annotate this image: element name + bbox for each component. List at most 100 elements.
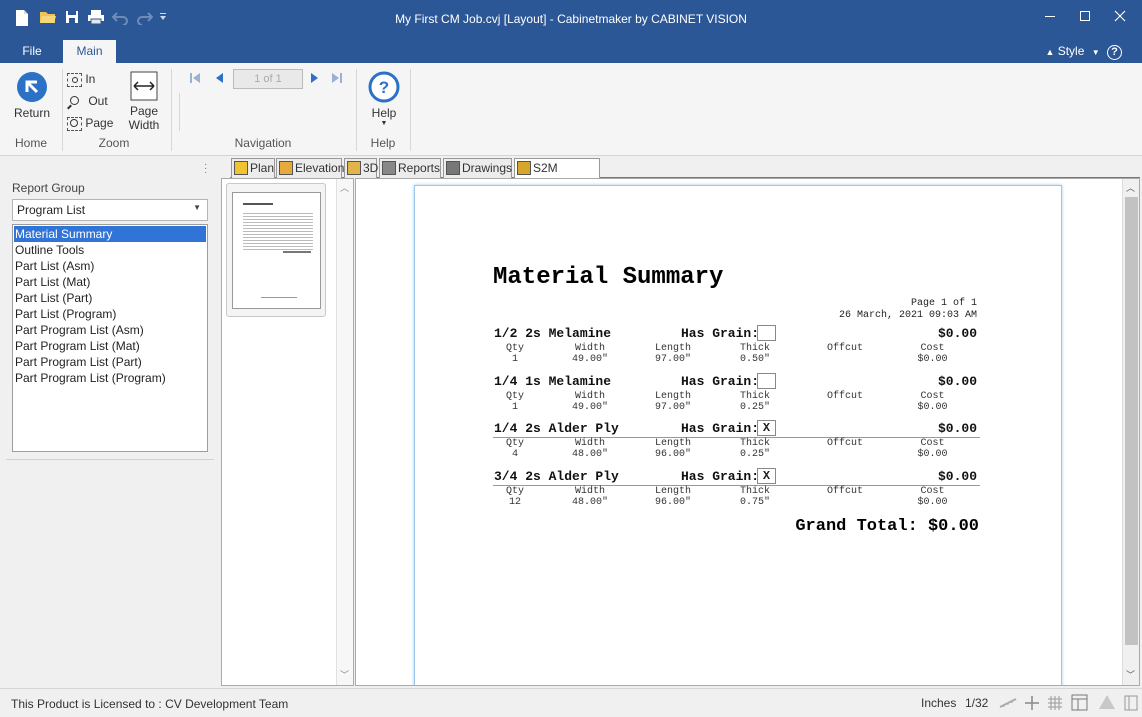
tab-main[interactable]: Main bbox=[63, 40, 116, 63]
return-button[interactable]: Return bbox=[10, 71, 54, 120]
column-header: Qty bbox=[505, 438, 524, 449]
tab-s2m-center[interactable]: S2M CENTER bbox=[514, 158, 600, 193]
document-scrollbar[interactable]: ︿ ﹀ bbox=[1122, 179, 1139, 685]
navigation-group-label: Navigation bbox=[234, 136, 292, 150]
zoom-out-button[interactable]: Out bbox=[67, 91, 108, 111]
has-grain-checkbox bbox=[757, 372, 776, 389]
column-value: 0.25" bbox=[739, 449, 770, 460]
previous-page-icon[interactable] bbox=[213, 71, 227, 88]
layout-split-icon[interactable] bbox=[1071, 694, 1088, 714]
style-label: Style bbox=[1057, 44, 1085, 58]
page-width-button[interactable]: Page Width bbox=[122, 71, 166, 132]
column-value: 0.50" bbox=[739, 354, 770, 365]
material-name: 1/4 2s Alder Ply bbox=[494, 421, 619, 436]
units-indicator[interactable]: Inches bbox=[921, 696, 956, 710]
view-tab-bar: Plan Elevation 3D Reports DrawingsS2M CENTER bbox=[230, 157, 1140, 193]
report-list-item[interactable]: Part List (Asm) bbox=[14, 258, 206, 274]
page-width-label-2: Width bbox=[128, 118, 160, 132]
column-header: Qty bbox=[505, 390, 524, 402]
has-grain-checkbox: X bbox=[757, 467, 776, 484]
column-header: Length bbox=[654, 485, 691, 497]
style-menu[interactable]: ▲ Style ▼ ? bbox=[1045, 44, 1122, 60]
report-list-item[interactable]: Part Program List (Part) bbox=[14, 354, 206, 370]
column-value: 49.00" bbox=[571, 354, 608, 365]
last-page-icon[interactable] bbox=[330, 71, 344, 88]
column-header: Cost bbox=[920, 390, 945, 402]
drawings-icon bbox=[446, 161, 460, 175]
column-value: 96.00" bbox=[654, 449, 691, 460]
report-title: Material Summary bbox=[493, 264, 724, 291]
page-thumbnail[interactable] bbox=[226, 183, 326, 317]
help-button[interactable]: ? Help ▼ bbox=[364, 71, 404, 127]
fraction-indicator[interactable]: 1/32 bbox=[965, 696, 988, 710]
column-value: $0.00 bbox=[917, 496, 948, 508]
zoom-in-icon bbox=[67, 72, 82, 87]
report-list-item[interactable]: Part List (Mat) bbox=[14, 274, 206, 290]
zoom-out-icon bbox=[67, 95, 82, 110]
tab-plan[interactable]: Plan bbox=[231, 158, 275, 178]
report-page: Material Summary Page 1 of 1 26 March, 2… bbox=[414, 185, 1062, 685]
first-page-icon[interactable] bbox=[188, 71, 202, 88]
close-button[interactable] bbox=[1097, 0, 1142, 32]
column-header: Thick bbox=[739, 343, 770, 354]
column-header: Cost bbox=[920, 343, 945, 354]
column-value: 0.25" bbox=[739, 401, 770, 413]
next-page-icon[interactable] bbox=[307, 71, 321, 88]
has-grain-checkbox: X bbox=[757, 420, 776, 436]
crosshair-icon[interactable] bbox=[1024, 695, 1040, 714]
ruler-icon[interactable] bbox=[999, 697, 1017, 712]
page-number-field[interactable]: 1 of 1 bbox=[233, 69, 303, 89]
report-group-dropdown[interactable]: Program List ▼ bbox=[12, 199, 208, 221]
tab-3d[interactable]: 3D bbox=[344, 158, 378, 178]
column-value: 1 bbox=[511, 354, 518, 365]
help-dropdown-icon: ▼ bbox=[380, 120, 388, 127]
report-list-item[interactable]: Outline Tools bbox=[14, 242, 206, 258]
thumbnail-scrollbar[interactable]: ︿ ﹀ bbox=[336, 179, 353, 685]
has-grain-label: Has Grain: bbox=[681, 468, 760, 484]
column-value: 0.75" bbox=[739, 496, 770, 508]
report-list-item[interactable]: Material Summary bbox=[14, 226, 206, 242]
report-list-item[interactable]: Part List (Part) bbox=[14, 290, 206, 306]
elevation-icon bbox=[279, 161, 293, 175]
tab-elevation[interactable]: Elevation bbox=[276, 158, 344, 178]
column-header: Offcut bbox=[826, 390, 863, 402]
grid-icon[interactable] bbox=[1047, 695, 1063, 714]
scroll-down-icon[interactable]: ﹀ bbox=[340, 668, 349, 681]
zoom-page-icon bbox=[67, 116, 82, 131]
warning-icon[interactable] bbox=[1098, 694, 1116, 713]
tab-drawings[interactable]: Drawings bbox=[443, 158, 512, 178]
column-header: Offcut bbox=[826, 438, 863, 449]
scrollbar-thumb[interactable] bbox=[1125, 197, 1138, 645]
has-grain-label: Has Grain: bbox=[681, 373, 760, 389]
scroll-up-icon[interactable]: ︿ bbox=[1126, 181, 1135, 194]
zoom-page-button[interactable]: Page bbox=[67, 113, 113, 133]
page-width-label-1: Page bbox=[129, 104, 159, 118]
report-list[interactable]: Material Summary Outline Tools Part List (… bbox=[12, 224, 208, 452]
zoom-in-button[interactable]: In bbox=[67, 69, 95, 89]
scroll-down-icon[interactable]: ﹀ bbox=[1126, 668, 1135, 681]
column-value: 1 bbox=[511, 401, 518, 413]
column-header: Cost bbox=[920, 438, 945, 449]
style-caret-icon: ▲ bbox=[1045, 47, 1055, 57]
zoom-page-label: Page bbox=[85, 116, 114, 130]
help-circle-icon[interactable]: ? bbox=[1107, 45, 1122, 60]
report-date: 26 March, 2021 09:03 AM bbox=[838, 310, 977, 321]
report-group-label: Report Group bbox=[12, 181, 85, 195]
scroll-up-icon[interactable]: ︿ bbox=[340, 181, 349, 194]
column-header: Length bbox=[654, 390, 691, 402]
report-list-item[interactable]: Part Program List (Mat) bbox=[14, 338, 206, 354]
status-bar: This Product is Licensed to : CV Develop… bbox=[0, 688, 1142, 717]
report-list-item[interactable]: Part Program List (Program) bbox=[14, 370, 206, 386]
tab-file[interactable]: File bbox=[14, 40, 50, 63]
panel-grip-icon[interactable]: · · · bbox=[204, 160, 207, 178]
page-info: Page 1 of 1 bbox=[910, 298, 977, 309]
panel-toggle-icon[interactable] bbox=[1124, 695, 1138, 714]
column-header: Width bbox=[574, 485, 605, 497]
column-value: 96.00" bbox=[654, 496, 691, 508]
report-list-item[interactable]: Part List (Program) bbox=[14, 306, 206, 322]
tab-reports[interactable]: Reports bbox=[379, 158, 441, 178]
report-list-item[interactable]: Part Program List (Asm) bbox=[14, 322, 206, 338]
3d-icon bbox=[347, 161, 361, 175]
grand-total: Grand Total: $0.00 bbox=[795, 517, 979, 536]
report-panel: · · · Report Group Program List ▼ Material… bbox=[0, 157, 218, 687]
